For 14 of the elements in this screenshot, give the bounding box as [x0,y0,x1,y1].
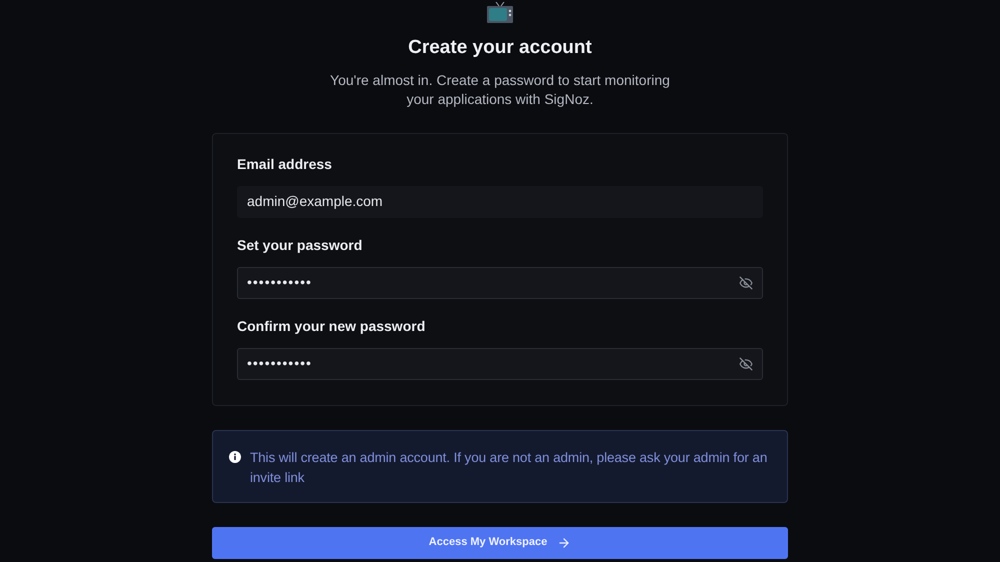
email-field[interactable]: admin@example.com [237,186,763,218]
page-title: Create your account [408,36,592,60]
notice-text: This will create an admin account. If you are not an admin, please ask your admin for an invite link [250,448,768,486]
field-label: Confirm your new password [237,316,426,336]
tv-icon [486,2,514,24]
field-label: Set your password [237,236,364,255]
password-field[interactable]: ••••••••••• [237,266,763,298]
info-icon [229,450,241,462]
visibility-toggle-icon[interactable] [739,356,753,370]
visibility-toggle-icon[interactable] [739,276,753,290]
page-subtitle: You're almost in. Create a password to start monitoring your applications with SigNoz. [329,70,671,108]
password-field[interactable]: ••••••••••• [237,348,763,380]
submit-button[interactable]: Access My Workspace [212,526,788,558]
field-label: Email address [237,154,333,174]
